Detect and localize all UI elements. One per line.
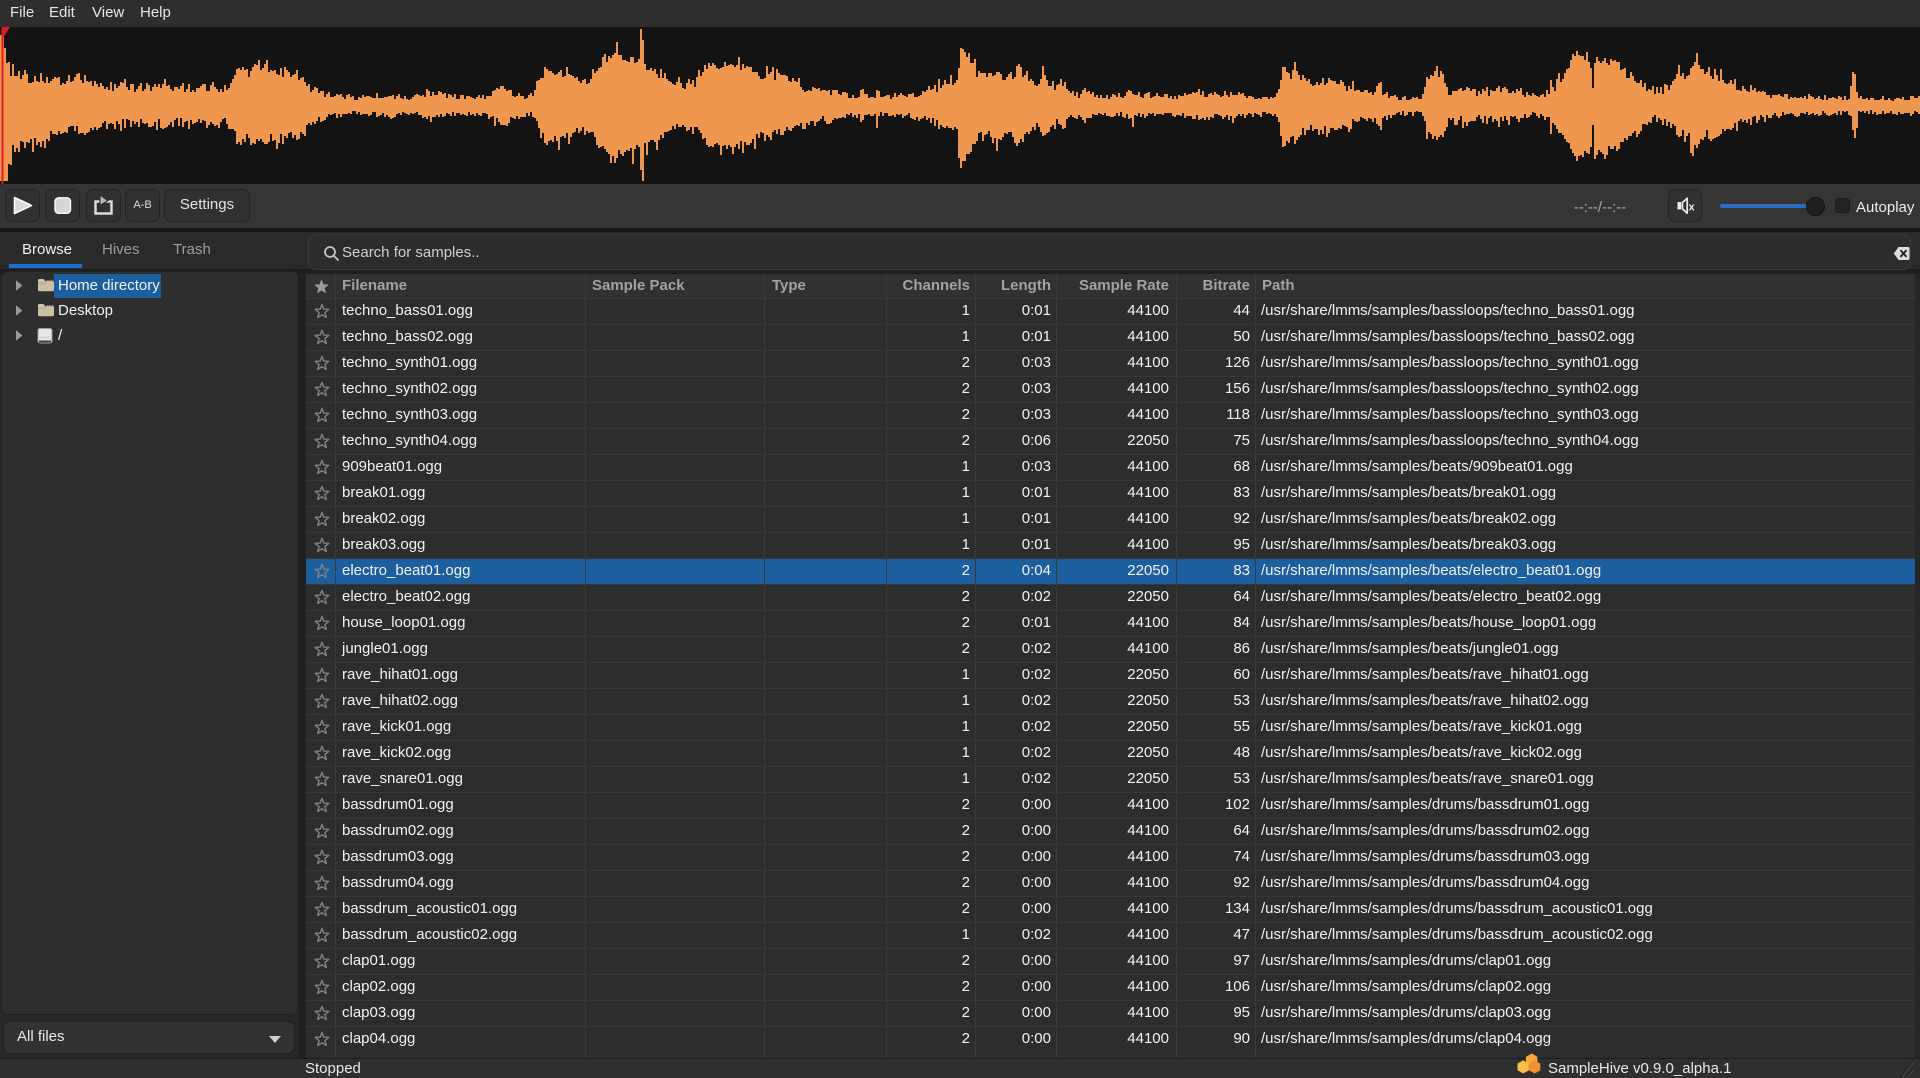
svg-text:x: x: [1689, 202, 1696, 214]
